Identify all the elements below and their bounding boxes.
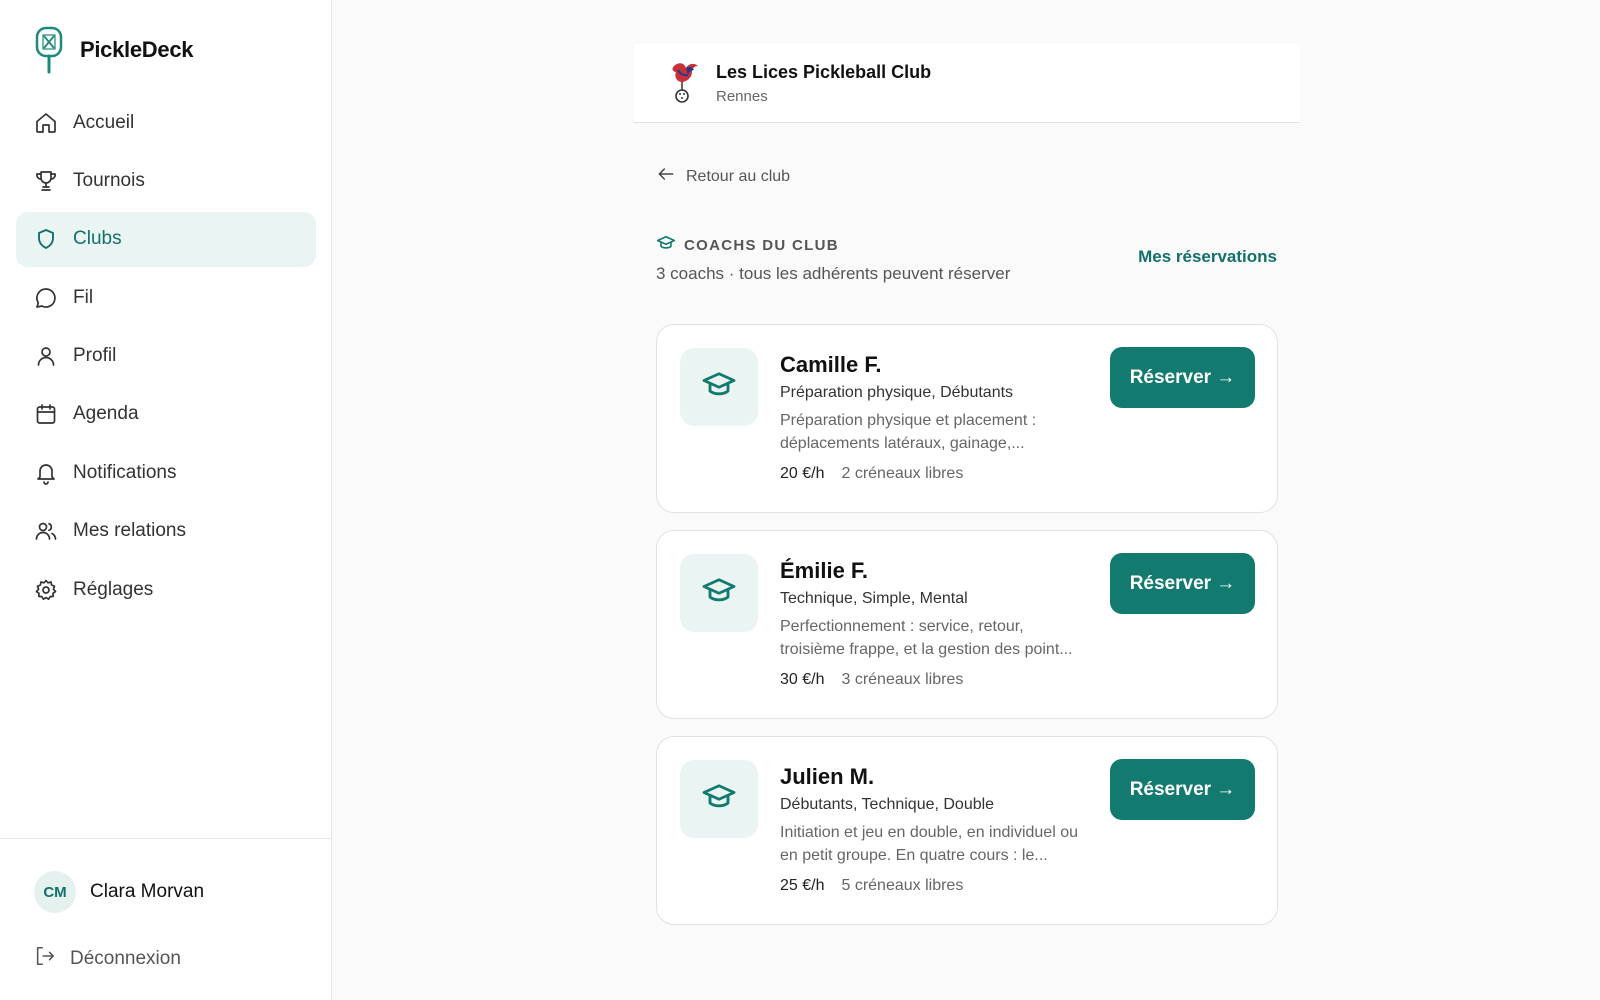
coach-specialties: Débutants, Technique, Double <box>780 796 995 813</box>
arrow-left-icon <box>656 164 676 189</box>
sidebar-item-accueil[interactable]: Accueil <box>16 95 316 150</box>
sidebar-item-label: Agenda <box>73 403 139 425</box>
reserve-button[interactable]: Réserver → <box>1110 347 1255 408</box>
graduation-cap-icon <box>701 367 737 408</box>
section-title: COACHS DU CLUB <box>684 237 839 254</box>
graduation-cap-icon <box>701 573 737 614</box>
club-rooster-logo-icon <box>666 60 702 106</box>
coach-description: Préparation physique et placement : dépl… <box>780 409 1100 455</box>
sidebar-item-tournois[interactable]: Tournois <box>16 153 316 208</box>
coach-card: Émilie F. Technique, Simple, Mental Perf… <box>656 530 1278 719</box>
coach-free-slots: 5 créneaux libres <box>841 877 964 894</box>
brand[interactable]: PickleDeck <box>34 26 194 74</box>
reserve-button[interactable]: Réserver → <box>1110 553 1255 614</box>
coach-specialties: Technique, Simple, Mental <box>780 590 968 607</box>
avatar: CM <box>34 871 76 913</box>
sidebar-item-notifications[interactable]: Notifications <box>16 445 316 500</box>
coach-name: Émilie F. <box>780 558 869 583</box>
users-icon <box>33 518 59 544</box>
club-header: Les Lices Pickleball Club Rennes <box>634 44 1300 123</box>
section-subtitle: 3 coachs · tous les adhérents peuvent ré… <box>656 264 1011 283</box>
logout-label: Déconnexion <box>70 948 181 969</box>
graduation-cap-icon <box>656 233 676 258</box>
coach-price: 25 €/h <box>780 877 825 894</box>
sidebar-item-label: Clubs <box>73 228 122 250</box>
sidebar: PickleDeck Accueil Tournois Clubs Fil Pr… <box>0 0 332 1000</box>
sidebar-item-fil[interactable]: Fil <box>16 270 316 325</box>
coach-specialties: Préparation physique, Débutants <box>780 384 1014 401</box>
club-city: Rennes <box>716 87 768 105</box>
pickleball-paddle-logo-icon <box>34 26 64 74</box>
sidebar-item-profil[interactable]: Profil <box>16 329 316 384</box>
sidebar-item-label: Mes relations <box>73 520 186 542</box>
calendar-icon <box>33 401 59 427</box>
gear-icon <box>33 577 59 603</box>
user-profile[interactable]: CM Clara Morvan <box>34 871 204 913</box>
graduation-cap-icon <box>701 779 737 820</box>
chat-bubble-icon <box>33 285 59 311</box>
my-bookings-link[interactable]: Mes réservations <box>1138 247 1277 267</box>
coach-price: 30 €/h <box>780 671 825 688</box>
coach-avatar <box>680 760 758 838</box>
coach-card: Camille F. Préparation physique, Débutan… <box>656 324 1278 513</box>
coach-meta: 30 €/h 3 créneaux libres <box>780 671 1100 689</box>
coach-info: Julien M. Débutants, Technique, Double I… <box>780 763 1100 895</box>
sidebar-item-label: Tournois <box>73 169 145 191</box>
coach-description-line: déplacements latéraux, gainage,... <box>780 435 1025 452</box>
back-label: Retour au club <box>686 167 791 185</box>
sidebar-item-label: Profil <box>73 345 117 367</box>
sidebar-item-label: Accueil <box>73 111 135 133</box>
coach-avatar <box>680 348 758 426</box>
sidebar-item-label: Fil <box>73 286 94 308</box>
coach-card: Julien M. Débutants, Technique, Double I… <box>656 736 1278 925</box>
coach-avatar <box>680 554 758 632</box>
coach-meta: 20 €/h 2 créneaux libres <box>780 465 1100 483</box>
coach-description-line: Préparation physique et placement : <box>780 412 1037 429</box>
coach-description: Initiation et jeu en double, en individu… <box>780 821 1100 867</box>
club-name: Les Lices Pickleball Club <box>716 61 932 82</box>
app-name: PickleDeck <box>80 37 194 62</box>
user-name: Clara Morvan <box>90 881 205 902</box>
coach-name: Julien M. <box>780 764 875 789</box>
user-icon <box>33 343 59 369</box>
sidebar-nav: Accueil Tournois Clubs Fil Profil Agenda… <box>16 95 316 621</box>
coach-meta: 25 €/h 5 créneaux libres <box>780 877 1100 895</box>
coach-free-slots: 3 créneaux libres <box>841 671 964 688</box>
coach-description-line: en petit groupe. En quatre cours : le... <box>780 847 1048 864</box>
sidebar-footer: CM Clara Morvan Déconnexion <box>0 838 332 1000</box>
coach-free-slots: 2 créneaux libres <box>841 465 964 482</box>
coach-price: 20 €/h <box>780 465 825 482</box>
reserve-button[interactable]: Réserver → <box>1110 759 1255 820</box>
coach-description-line: troisième frappe, et la gestion des poin… <box>780 641 1073 658</box>
coach-description: Perfectionnement : service, retour, troi… <box>780 615 1100 661</box>
coach-info: Émilie F. Technique, Simple, Mental Perf… <box>780 557 1100 689</box>
bell-icon <box>33 460 59 486</box>
sidebar-item-agenda[interactable]: Agenda <box>16 387 316 442</box>
home-icon <box>33 110 59 136</box>
logout-icon <box>34 945 56 973</box>
coach-description-line: Perfectionnement : service, retour, <box>780 618 1024 635</box>
back-to-club-link[interactable]: Retour au club <box>656 164 790 189</box>
sidebar-item-label: Notifications <box>73 461 177 483</box>
coach-info: Camille F. Préparation physique, Débutan… <box>780 351 1100 483</box>
sidebar-item-clubs[interactable]: Clubs <box>16 211 316 267</box>
trophy-icon <box>33 168 59 194</box>
section-header: COACHS DU CLUB <box>656 233 839 258</box>
shield-icon <box>33 226 59 252</box>
sidebar-item-mes-relations[interactable]: Mes relations <box>16 504 316 559</box>
coach-name: Camille F. <box>780 352 882 377</box>
sidebar-item-reglages[interactable]: Réglages <box>16 562 316 617</box>
logout-button[interactable]: Déconnexion <box>34 945 181 973</box>
sidebar-item-label: Réglages <box>73 578 154 600</box>
club-text: Les Lices Pickleball Club Rennes <box>716 62 931 105</box>
coach-description-line: Initiation et jeu en double, en individu… <box>780 824 1078 841</box>
